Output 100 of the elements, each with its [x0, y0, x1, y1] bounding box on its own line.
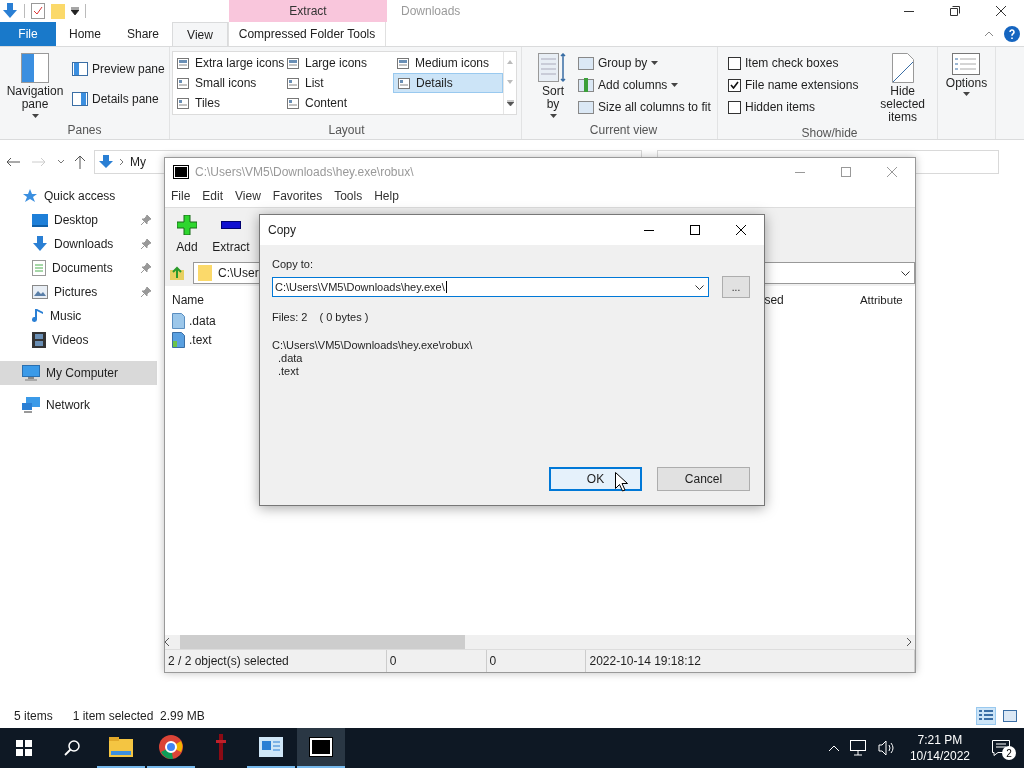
ribbon-button[interactable]: Add columns	[576, 75, 713, 95]
view-icon	[177, 97, 189, 109]
browse-button[interactable]: ...	[722, 276, 750, 298]
checkbox[interactable]: Item check boxes	[726, 53, 861, 73]
nav-item[interactable]: Quick access	[0, 184, 157, 208]
nav-item[interactable]: My Computer	[0, 361, 157, 385]
taskbar-app[interactable]	[297, 728, 345, 768]
destination-field[interactable]: C:\Users\VM5\Downloads\hey.exe\	[272, 277, 709, 297]
checkbox[interactable]: File name extensions	[726, 75, 861, 95]
selection-info: 1 item selected 2.99 MB	[72, 709, 205, 723]
view-toggle[interactable]	[1000, 707, 1020, 725]
ribbon-tab[interactable]: View	[172, 22, 228, 47]
layout-option[interactable]: List	[283, 73, 393, 93]
menu-item[interactable]: Favorites	[266, 189, 329, 203]
ribbon-tab[interactable]: Home	[56, 22, 114, 46]
view-icon	[177, 77, 189, 89]
toolbar-button[interactable]: Extract	[209, 212, 253, 254]
nav-item[interactable]: Videos	[0, 328, 157, 352]
column-header[interactable]: Attribute	[859, 294, 903, 306]
layout-option[interactable]: Tiles	[173, 93, 283, 113]
menu-item[interactable]: View	[229, 189, 267, 203]
navigation-pane-button[interactable]: Navigation pane	[2, 51, 68, 120]
view-icon	[287, 77, 299, 89]
layout-option[interactable]: Extra large icons	[173, 53, 283, 73]
window-title: C:\Users\VM5\Downloads\hey.exe\robux\	[195, 164, 415, 179]
caret-icon	[963, 92, 970, 96]
hide-selected-button[interactable]: Hide selected items	[872, 51, 933, 126]
maximize-icon	[690, 225, 700, 235]
up-icon	[74, 154, 86, 169]
layout-option[interactable]: Details	[393, 73, 503, 93]
nav-item[interactable]: Network	[0, 393, 157, 417]
group-icon	[578, 55, 594, 71]
menu-item[interactable]: File	[165, 189, 197, 203]
nav-item[interactable]: Documents	[0, 256, 157, 280]
download-icon	[99, 154, 113, 169]
customize-icon	[71, 7, 79, 15]
preview-pane-icon	[72, 62, 88, 76]
scrollbar-thumb[interactable]	[180, 635, 465, 649]
sort-icon	[538, 53, 568, 83]
back-icon	[6, 156, 20, 167]
message-icon	[992, 740, 1010, 756]
address-bar[interactable]: My	[99, 150, 146, 173]
app-icon	[259, 737, 283, 757]
file-icon	[172, 312, 185, 329]
star-icon	[22, 188, 38, 204]
dialog-button[interactable]: OK	[549, 467, 642, 491]
clock-time: 7:21 PM	[917, 732, 963, 748]
sort-by-button[interactable]: Sort by	[534, 51, 572, 120]
size-text: ( 0 bytes )	[319, 311, 369, 323]
view-icon	[287, 57, 299, 69]
more-icon	[506, 100, 514, 106]
options-icon	[952, 53, 981, 75]
view-toggle[interactable]	[976, 707, 996, 725]
nav-item[interactable]: Desktop	[0, 208, 157, 232]
field-label: Copy to:	[272, 258, 314, 270]
recent-locations-icon	[57, 159, 65, 164]
file-name[interactable]: .text	[189, 332, 212, 347]
restore-icon	[950, 6, 960, 16]
nav-item[interactable]: Music	[0, 304, 157, 328]
notifications-button[interactable]: 2	[992, 736, 1016, 760]
ribbon-button[interactable]: Preview pane	[70, 59, 167, 79]
menu-item[interactable]: Help	[368, 189, 405, 203]
layout-option[interactable]: Large icons	[283, 53, 393, 73]
hide-icon	[891, 53, 914, 83]
ribbon-tab[interactable]: Share	[114, 22, 172, 46]
checkbox[interactable]: Hidden items	[726, 97, 861, 117]
sevenzip-icon	[173, 164, 189, 179]
layout-option[interactable]: Medium icons	[393, 53, 503, 73]
collapse-ribbon-icon	[984, 31, 994, 37]
ribbon-button[interactable]: Details pane	[70, 89, 167, 109]
column-header[interactable]: sed	[764, 293, 784, 307]
toolbar-button[interactable]: Add	[165, 212, 209, 254]
details-view-icon	[979, 710, 993, 722]
desktop-icon	[32, 213, 48, 227]
menu-item[interactable]: Tools	[328, 189, 369, 203]
status-text: 0	[486, 650, 587, 672]
view-icon	[177, 57, 189, 69]
status-text: 0	[386, 650, 487, 672]
menu-item[interactable]: Edit	[196, 189, 230, 203]
options-button[interactable]: Options	[943, 51, 990, 98]
column-header[interactable]: Name	[172, 293, 204, 307]
nav-item[interactable]: Pictures	[0, 280, 157, 304]
nav-item[interactable]: Downloads	[0, 232, 157, 256]
ribbon-tab[interactable]: File	[0, 22, 56, 46]
dialog-title: Copy	[268, 223, 296, 237]
dialog-button[interactable]: Cancel	[657, 467, 750, 491]
up-folder-icon	[169, 265, 185, 281]
dropdown-icon	[695, 284, 704, 290]
close-icon	[887, 166, 897, 177]
chevron-up-icon	[827, 744, 840, 752]
file-name[interactable]: .data	[189, 313, 216, 328]
layout-option[interactable]: Small icons	[173, 73, 283, 93]
layout-option[interactable]: Content	[283, 93, 393, 113]
download-icon	[2, 3, 18, 19]
ribbon-button[interactable]: Size all columns to fit	[576, 97, 713, 117]
address-text: My	[130, 154, 146, 169]
ribbon-button[interactable]: Group by	[576, 53, 713, 73]
scroll-up-icon	[507, 60, 513, 64]
ribbon-tab[interactable]: Compressed Folder Tools	[228, 22, 386, 46]
picture-icon	[32, 285, 48, 299]
